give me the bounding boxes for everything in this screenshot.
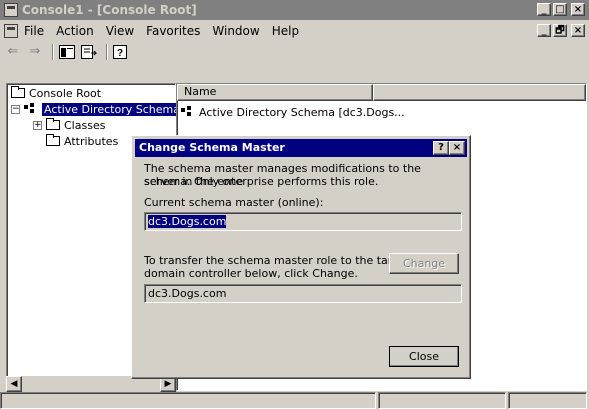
schema-snapin-icon xyxy=(181,106,195,118)
toolbar-separator xyxy=(52,44,54,60)
transfer-text-line-2: domain controller below, click Change. xyxy=(144,267,358,280)
change-button[interactable]: Change xyxy=(389,253,459,274)
mdi-restore-button[interactable]: 🗗 xyxy=(553,24,567,37)
tree-item-classes[interactable]: + Classes xyxy=(33,117,105,133)
tree-item-label: Active Directory Schema xyxy=(42,102,182,116)
current-master-label: Current schema master (online): xyxy=(144,196,324,209)
toolbar: ⇐ ⇒ ? xyxy=(0,41,589,63)
window-title: Console1 - [Console Root] xyxy=(22,3,197,17)
change-schema-master-dialog: Change Schema Master ? × The schema mast… xyxy=(131,135,471,379)
list-header: Name xyxy=(177,84,586,101)
transfer-text-line-1: To transfer the schema master role to th… xyxy=(144,254,424,267)
target-controller-value: dc3.Dogs.com xyxy=(148,287,227,300)
tree-item-label: Attributes xyxy=(64,134,119,148)
toolbar-separator xyxy=(106,44,108,60)
status-bar xyxy=(0,392,589,409)
console-app-icon xyxy=(4,3,18,17)
target-controller-field[interactable]: dc3.Dogs.com xyxy=(144,284,462,303)
dialog-title: Change Schema Master xyxy=(139,141,285,154)
menu-view[interactable]: View xyxy=(106,24,134,38)
forward-arrow-icon[interactable]: ⇒ xyxy=(26,44,44,60)
menu-favorites[interactable]: Favorites xyxy=(146,24,200,38)
export-list-icon[interactable] xyxy=(80,44,98,60)
current-master-value: dc3.Dogs.com xyxy=(148,215,227,228)
tree-item-label: Console Root xyxy=(29,86,102,100)
status-pane xyxy=(378,392,506,409)
menu-action[interactable]: Action xyxy=(56,24,94,38)
menu-help[interactable]: Help xyxy=(272,24,299,38)
back-arrow-icon[interactable]: ⇐ xyxy=(4,44,22,60)
status-pane xyxy=(0,392,376,409)
title-bar: Console1 - [Console Root] _ □ × xyxy=(0,0,589,20)
folder-icon xyxy=(11,86,25,98)
list-item[interactable]: Active Directory Schema [dc3.Dogs... xyxy=(181,104,405,120)
status-pane xyxy=(508,392,587,409)
collapse-toggle[interactable]: − xyxy=(11,104,20,114)
close-window-button[interactable]: × xyxy=(571,3,585,16)
menu-file[interactable]: File xyxy=(24,24,44,38)
folder-icon xyxy=(46,134,60,146)
close-button[interactable]: Close xyxy=(389,346,459,367)
dialog-close-x-button[interactable]: × xyxy=(449,141,465,155)
menu-bar: File Action View Favorites Window Help xyxy=(0,21,589,40)
help-icon[interactable]: ? xyxy=(112,44,130,60)
folder-icon xyxy=(46,118,60,130)
list-item-label: Active Directory Schema [dc3.Dogs... xyxy=(199,105,405,119)
column-header-name[interactable]: Name xyxy=(177,84,373,101)
svg-text:?: ? xyxy=(117,48,123,59)
maximize-button[interactable]: □ xyxy=(553,3,567,16)
tree-item-schema[interactable]: − Active Directory Schema xyxy=(11,101,182,117)
tree-item-console-root[interactable]: Console Root xyxy=(11,85,101,101)
menu-window[interactable]: Window xyxy=(212,24,259,38)
dialog-help-button[interactable]: ? xyxy=(433,141,449,155)
schema-snapin-icon xyxy=(24,103,38,115)
dialog-title-bar: Change Schema Master ? × xyxy=(135,139,467,157)
expand-toggle[interactable]: + xyxy=(33,120,42,130)
mdi-minimize-button[interactable]: _ xyxy=(537,24,551,37)
mdi-close-button[interactable]: × xyxy=(571,24,585,37)
show-hide-tree-icon[interactable] xyxy=(58,44,76,60)
column-header-blank[interactable] xyxy=(373,84,586,101)
intro-text-line-2: server in the enterprise performs this r… xyxy=(144,175,379,188)
tree-item-label: Classes xyxy=(64,118,106,132)
current-master-field[interactable]: dc3.Dogs.com xyxy=(144,212,462,231)
scroll-left-icon[interactable]: ◀ xyxy=(6,376,22,392)
tree-item-attributes[interactable]: Attributes xyxy=(46,133,118,149)
minimize-button[interactable]: _ xyxy=(537,3,551,16)
console-menu-icon[interactable] xyxy=(4,23,18,38)
